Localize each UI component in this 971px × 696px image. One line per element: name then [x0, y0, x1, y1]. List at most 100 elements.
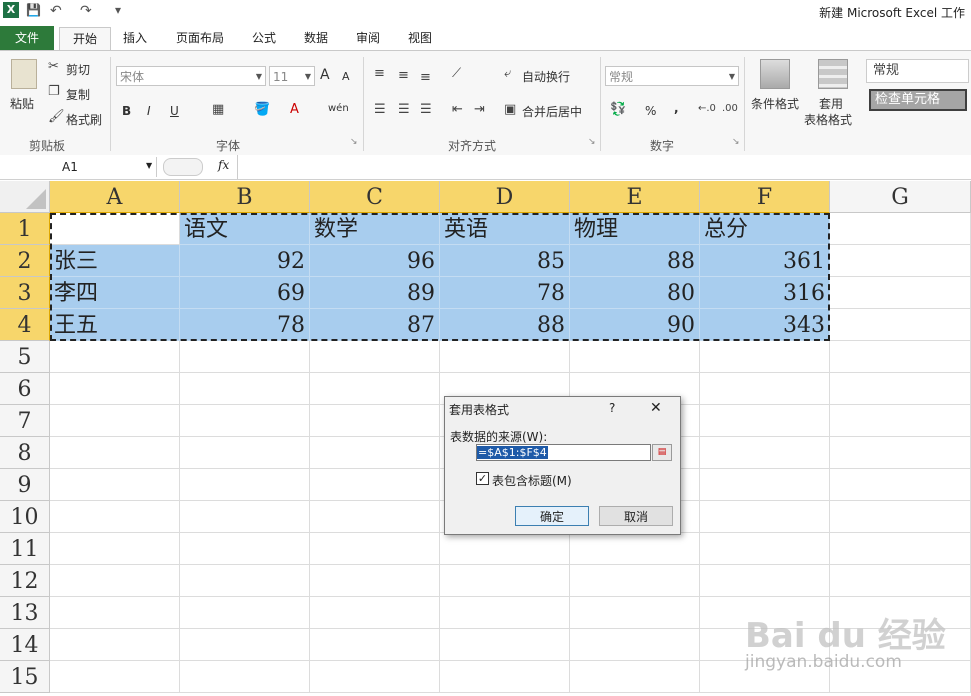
cancel-button[interactable]: 取消: [599, 506, 673, 526]
bold-button[interactable]: B: [122, 104, 131, 118]
cell-d4[interactable]: 88: [440, 309, 570, 341]
column-header-f[interactable]: F: [700, 181, 830, 213]
cell-f1[interactable]: 总分: [700, 213, 830, 245]
cell-c5[interactable]: [310, 341, 440, 373]
cell-d2[interactable]: 85: [440, 245, 570, 277]
row-header-10[interactable]: 10: [0, 501, 50, 533]
cell-e3[interactable]: 80: [570, 277, 700, 309]
cell-b13[interactable]: [180, 597, 310, 629]
cell-g6[interactable]: [830, 373, 971, 405]
cell-b10[interactable]: [180, 501, 310, 533]
borders-icon[interactable]: ▦: [212, 102, 224, 117]
tab-home[interactable]: 开始: [59, 27, 111, 50]
shrink-font-button[interactable]: A: [342, 70, 350, 83]
row-header-7[interactable]: 7: [0, 405, 50, 437]
row-header-4[interactable]: 4: [0, 309, 50, 341]
format-as-table-icon[interactable]: [818, 59, 848, 89]
cell-e12[interactable]: [570, 565, 700, 597]
cell-a10[interactable]: [50, 501, 180, 533]
cell-g9[interactable]: [830, 469, 971, 501]
save-icon[interactable]: 💾: [26, 3, 41, 19]
cell-d12[interactable]: [440, 565, 570, 597]
cell-d3[interactable]: 78: [440, 277, 570, 309]
cell-c14[interactable]: [310, 629, 440, 661]
tab-view[interactable]: 视图: [400, 27, 440, 49]
cell-b14[interactable]: [180, 629, 310, 661]
paste-button[interactable]: 粘贴: [10, 95, 34, 112]
cell-c13[interactable]: [310, 597, 440, 629]
cell-f5[interactable]: [700, 341, 830, 373]
cell-a5[interactable]: [50, 341, 180, 373]
cell-d1[interactable]: 英语: [440, 213, 570, 245]
cell-e14[interactable]: [570, 629, 700, 661]
cell-style-check[interactable]: 检查单元格: [869, 89, 967, 111]
italic-button[interactable]: I: [147, 104, 151, 118]
close-icon[interactable]: ✕: [650, 400, 662, 416]
column-header-c[interactable]: C: [310, 181, 440, 213]
cell-b3[interactable]: 69: [180, 277, 310, 309]
cell-b15[interactable]: [180, 661, 310, 693]
cell-a4[interactable]: 王五: [50, 309, 180, 341]
format-painter-button[interactable]: 格式刷: [66, 111, 102, 128]
cell-c8[interactable]: [310, 437, 440, 469]
tab-page-layout[interactable]: 页面布局: [168, 27, 232, 49]
row-header-15[interactable]: 15: [0, 661, 50, 693]
align-left-icon[interactable]: ☰: [374, 102, 386, 117]
has-headers-checkbox[interactable]: ✓: [476, 472, 489, 485]
column-header-d[interactable]: D: [440, 181, 570, 213]
align-right-icon[interactable]: ☰: [420, 102, 432, 117]
cell-f4[interactable]: 343: [700, 309, 830, 341]
cell-a14[interactable]: [50, 629, 180, 661]
tab-formulas[interactable]: 公式: [244, 27, 284, 49]
cell-f12[interactable]: [700, 565, 830, 597]
cell-e11[interactable]: [570, 533, 700, 565]
cell-f3[interactable]: 316: [700, 277, 830, 309]
cell-b5[interactable]: [180, 341, 310, 373]
select-all-button[interactable]: [0, 181, 50, 213]
column-header-a[interactable]: A: [50, 181, 180, 213]
align-bottom-icon[interactable]: ≡: [420, 70, 431, 85]
cell-g3[interactable]: [830, 277, 971, 309]
cell-b1[interactable]: 语文: [180, 213, 310, 245]
font-name-select[interactable]: 宋体 ▼: [116, 66, 266, 86]
cell-c4[interactable]: 87: [310, 309, 440, 341]
row-header-11[interactable]: 11: [0, 533, 50, 565]
source-range-input[interactable]: =$A$1:$F$4: [476, 444, 651, 461]
underline-button[interactable]: U: [170, 104, 179, 118]
tab-insert[interactable]: 插入: [114, 27, 156, 49]
row-header-5[interactable]: 5: [0, 341, 50, 373]
cell-a13[interactable]: [50, 597, 180, 629]
cell-g12[interactable]: [830, 565, 971, 597]
cell-c2[interactable]: 96: [310, 245, 440, 277]
formula-input[interactable]: [237, 155, 971, 179]
format-as-table-line1[interactable]: 套用: [819, 95, 843, 112]
row-header-8[interactable]: 8: [0, 437, 50, 469]
tab-review[interactable]: 审阅: [348, 27, 388, 49]
percent-button[interactable]: %: [645, 104, 656, 118]
cell-b2[interactable]: 92: [180, 245, 310, 277]
cell-e2[interactable]: 88: [570, 245, 700, 277]
cell-c6[interactable]: [310, 373, 440, 405]
row-header-13[interactable]: 13: [0, 597, 50, 629]
conditional-formatting-button[interactable]: 条件格式: [751, 95, 799, 112]
cell-c11[interactable]: [310, 533, 440, 565]
cell-b12[interactable]: [180, 565, 310, 597]
dialog-launcher-icon[interactable]: ↘: [588, 137, 596, 147]
cell-a9[interactable]: [50, 469, 180, 501]
column-header-g[interactable]: G: [830, 181, 971, 213]
cell-c1[interactable]: 数学: [310, 213, 440, 245]
paste-icon[interactable]: [11, 59, 37, 89]
row-header-6[interactable]: 6: [0, 373, 50, 405]
cell-c15[interactable]: [310, 661, 440, 693]
cell-g4[interactable]: [830, 309, 971, 341]
copy-button[interactable]: 复制: [66, 86, 90, 103]
grow-font-button[interactable]: A: [320, 67, 330, 83]
cell-style-normal[interactable]: 常规: [866, 59, 969, 83]
font-color-icon[interactable]: A: [290, 102, 299, 117]
cell-g11[interactable]: [830, 533, 971, 565]
cell-f11[interactable]: [700, 533, 830, 565]
cell-f9[interactable]: [700, 469, 830, 501]
cell-f7[interactable]: [700, 405, 830, 437]
font-size-select[interactable]: 11 ▼: [269, 66, 315, 86]
cell-g10[interactable]: [830, 501, 971, 533]
